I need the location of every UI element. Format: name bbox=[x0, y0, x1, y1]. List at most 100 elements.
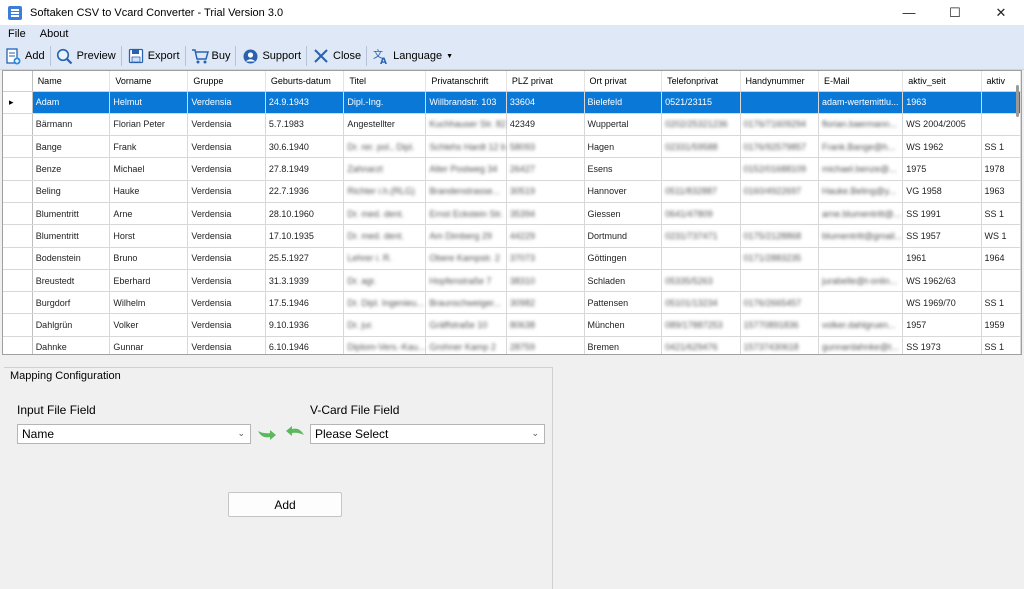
column-header[interactable]: Vorname bbox=[109, 71, 189, 92]
table-cell[interactable]: volker.dahlgruen... bbox=[818, 313, 904, 337]
table-cell[interactable]: Breustedt bbox=[32, 269, 111, 293]
column-header[interactable]: PLZ privat bbox=[506, 71, 585, 92]
input-field-select[interactable]: Name ⌄ bbox=[17, 424, 251, 444]
table-cell[interactable] bbox=[661, 247, 741, 270]
table-cell[interactable]: 9.10.1936 bbox=[265, 313, 345, 337]
table-cell[interactable] bbox=[740, 202, 820, 226]
table-cell[interactable]: 6.10.1946 bbox=[265, 336, 345, 354]
table-cell[interactable]: Verdensia bbox=[187, 224, 266, 248]
table-cell[interactable]: 17.5.1946 bbox=[265, 291, 345, 315]
table-row[interactable]: Dahlgrün Volker Verdensia 9.10.1936 Dr. jur.… bbox=[3, 313, 1021, 337]
table-cell[interactable]: Dahnke bbox=[32, 336, 111, 354]
table-cell[interactable]: Verdensia bbox=[187, 291, 266, 315]
table-cell[interactable] bbox=[818, 247, 904, 270]
table-cell[interactable]: Blumentritt bbox=[32, 202, 111, 226]
table-cell[interactable]: 0171/2883235 bbox=[740, 247, 820, 270]
table-cell[interactable]: SS 1957 bbox=[902, 224, 982, 248]
column-header[interactable]: Name bbox=[32, 71, 111, 92]
support-button[interactable]: Support bbox=[237, 44, 305, 68]
table-cell[interactable]: Dr. rer. pol., Dipl. bbox=[343, 135, 427, 159]
row-header[interactable] bbox=[3, 135, 33, 159]
table-cell[interactable]: Bruno bbox=[109, 247, 189, 270]
buy-button[interactable]: Buy bbox=[187, 44, 235, 68]
table-cell[interactable]: SS 1973 bbox=[902, 336, 982, 354]
table-cell[interactable]: Blumentritt bbox=[32, 224, 111, 248]
table-cell[interactable]: Dr. jur. bbox=[343, 313, 427, 337]
table-cell[interactable]: WS 1962/63 bbox=[902, 269, 982, 293]
table-cell[interactable]: Verdensia bbox=[187, 313, 266, 337]
table-cell[interactable]: Ernst Eckstein Str. bbox=[425, 202, 507, 226]
table-cell[interactable]: 0421/629476 bbox=[661, 336, 741, 354]
table-cell[interactable]: Verdensia bbox=[187, 247, 266, 270]
table-cell[interactable]: 02331/59588 bbox=[661, 135, 741, 159]
table-cell[interactable]: 1963 bbox=[981, 180, 1021, 203]
table-cell[interactable]: 15770891836 bbox=[740, 313, 820, 337]
table-cell[interactable]: Frank.Bange@h... bbox=[818, 135, 904, 159]
table-cell[interactable]: Braunschweiger... bbox=[425, 291, 507, 315]
table-cell[interactable]: Diplom-Vers.-Kau... bbox=[343, 336, 427, 354]
table-row[interactable]: Blumentritt Arne Verdensia 28.10.1960 Dr. me… bbox=[3, 202, 1021, 226]
table-cell[interactable]: WS 1 bbox=[981, 224, 1021, 248]
column-header[interactable]: Privatanschrift bbox=[425, 71, 507, 92]
table-cell[interactable]: Hagen bbox=[584, 135, 663, 159]
table-cell[interactable]: 0152/01688109 bbox=[740, 157, 820, 181]
table-cell[interactable]: VG 1958 bbox=[902, 180, 982, 203]
table-cell[interactable]: Eberhard bbox=[109, 269, 189, 293]
row-header[interactable] bbox=[3, 202, 33, 226]
table-cell[interactable]: Dr. med. dent. bbox=[343, 202, 427, 226]
table-cell[interactable]: Giessen bbox=[584, 202, 663, 226]
table-cell[interactable]: Zahnarzt bbox=[343, 157, 427, 181]
table-cell[interactable] bbox=[981, 113, 1021, 137]
table-cell[interactable]: 0176/2665457 bbox=[740, 291, 820, 315]
table-row[interactable]: Bärmann Florian Peter Verdensia 5.7.1983 Ang… bbox=[3, 113, 1021, 137]
table-cell[interactable]: SS 1 bbox=[981, 336, 1021, 354]
table-cell[interactable]: 1963 bbox=[902, 91, 982, 114]
table-cell[interactable]: Verdensia bbox=[187, 113, 266, 137]
table-row[interactable]: Bange Frank Verdensia 30.6.1940 Dr. rer. pol… bbox=[3, 135, 1021, 159]
table-cell[interactable]: Gräffstraße 10 bbox=[425, 313, 507, 337]
table-cell[interactable]: 1978 bbox=[981, 157, 1021, 181]
table-cell[interactable] bbox=[981, 269, 1021, 293]
column-header[interactable]: E-Mail bbox=[818, 71, 904, 92]
table-cell[interactable]: Verdensia bbox=[187, 91, 266, 114]
row-header[interactable] bbox=[3, 269, 33, 293]
table-cell[interactable] bbox=[981, 91, 1021, 114]
table-cell[interactable]: 26427 bbox=[506, 157, 585, 181]
table-cell[interactable]: Obere Kampstr. 2 bbox=[425, 247, 507, 270]
table-cell[interactable]: Dipl.-Ing. bbox=[343, 91, 427, 114]
table-row[interactable]: Blumentritt Horst Verdensia 17.10.1935 Dr. m… bbox=[3, 224, 1021, 248]
table-row[interactable]: Burgdorf Wilhelm Verdensia 17.5.1946 Dr. Dip… bbox=[3, 291, 1021, 315]
table-cell[interactable]: Grohner Kamp 2 bbox=[425, 336, 507, 354]
table-cell[interactable]: 089/17887253 bbox=[661, 313, 741, 337]
table-cell[interactable]: 17.10.1935 bbox=[265, 224, 345, 248]
table-row[interactable]: Dahnke Gunnar Verdensia 6.10.1946 Diplom-Ver… bbox=[3, 336, 1021, 354]
table-cell[interactable] bbox=[740, 91, 820, 114]
table-cell[interactable]: 0641/47809 bbox=[661, 202, 741, 226]
column-header[interactable]: Geburts-datum bbox=[265, 71, 345, 92]
table-cell[interactable]: 25.5.1927 bbox=[265, 247, 345, 270]
table-cell[interactable]: Lehrer i. R. bbox=[343, 247, 427, 270]
table-cell[interactable]: SS 1 bbox=[981, 291, 1021, 315]
export-button[interactable]: Export bbox=[123, 44, 184, 68]
table-row[interactable]: Breustedt Eberhard Verdensia 31.3.1939 Dr. a… bbox=[3, 269, 1021, 293]
table-cell[interactable]: WS 2004/2005 bbox=[902, 113, 982, 137]
table-cell[interactable]: 28759 bbox=[506, 336, 585, 354]
row-header[interactable] bbox=[3, 180, 33, 203]
table-cell[interactable]: Volker bbox=[109, 313, 189, 337]
column-header[interactable]: Handynummer bbox=[740, 71, 820, 92]
table-cell[interactable]: 22.7.1936 bbox=[265, 180, 345, 203]
table-cell[interactable]: 1964 bbox=[981, 247, 1021, 270]
table-cell[interactable]: Bielefeld bbox=[584, 91, 663, 114]
table-cell[interactable]: Hopfenstraße 7 bbox=[425, 269, 507, 293]
table-cell[interactable]: Bange bbox=[32, 135, 111, 159]
table-cell[interactable]: florian.baermann... bbox=[818, 113, 904, 137]
table-cell[interactable]: Dr. agr. bbox=[343, 269, 427, 293]
table-cell[interactable]: 42349 bbox=[506, 113, 585, 137]
table-cell[interactable]: 35394 bbox=[506, 202, 585, 226]
table-cell[interactable]: Dr. Dipl. Ingenieu... bbox=[343, 291, 427, 315]
maximize-button[interactable]: ☐ bbox=[932, 0, 978, 25]
vcard-field-select[interactable]: Please Select ⌄ bbox=[310, 424, 545, 444]
table-cell[interactable]: Am Dimberg 29 bbox=[425, 224, 507, 248]
table-cell[interactable]: 33604 bbox=[506, 91, 585, 114]
row-header[interactable] bbox=[3, 291, 33, 315]
